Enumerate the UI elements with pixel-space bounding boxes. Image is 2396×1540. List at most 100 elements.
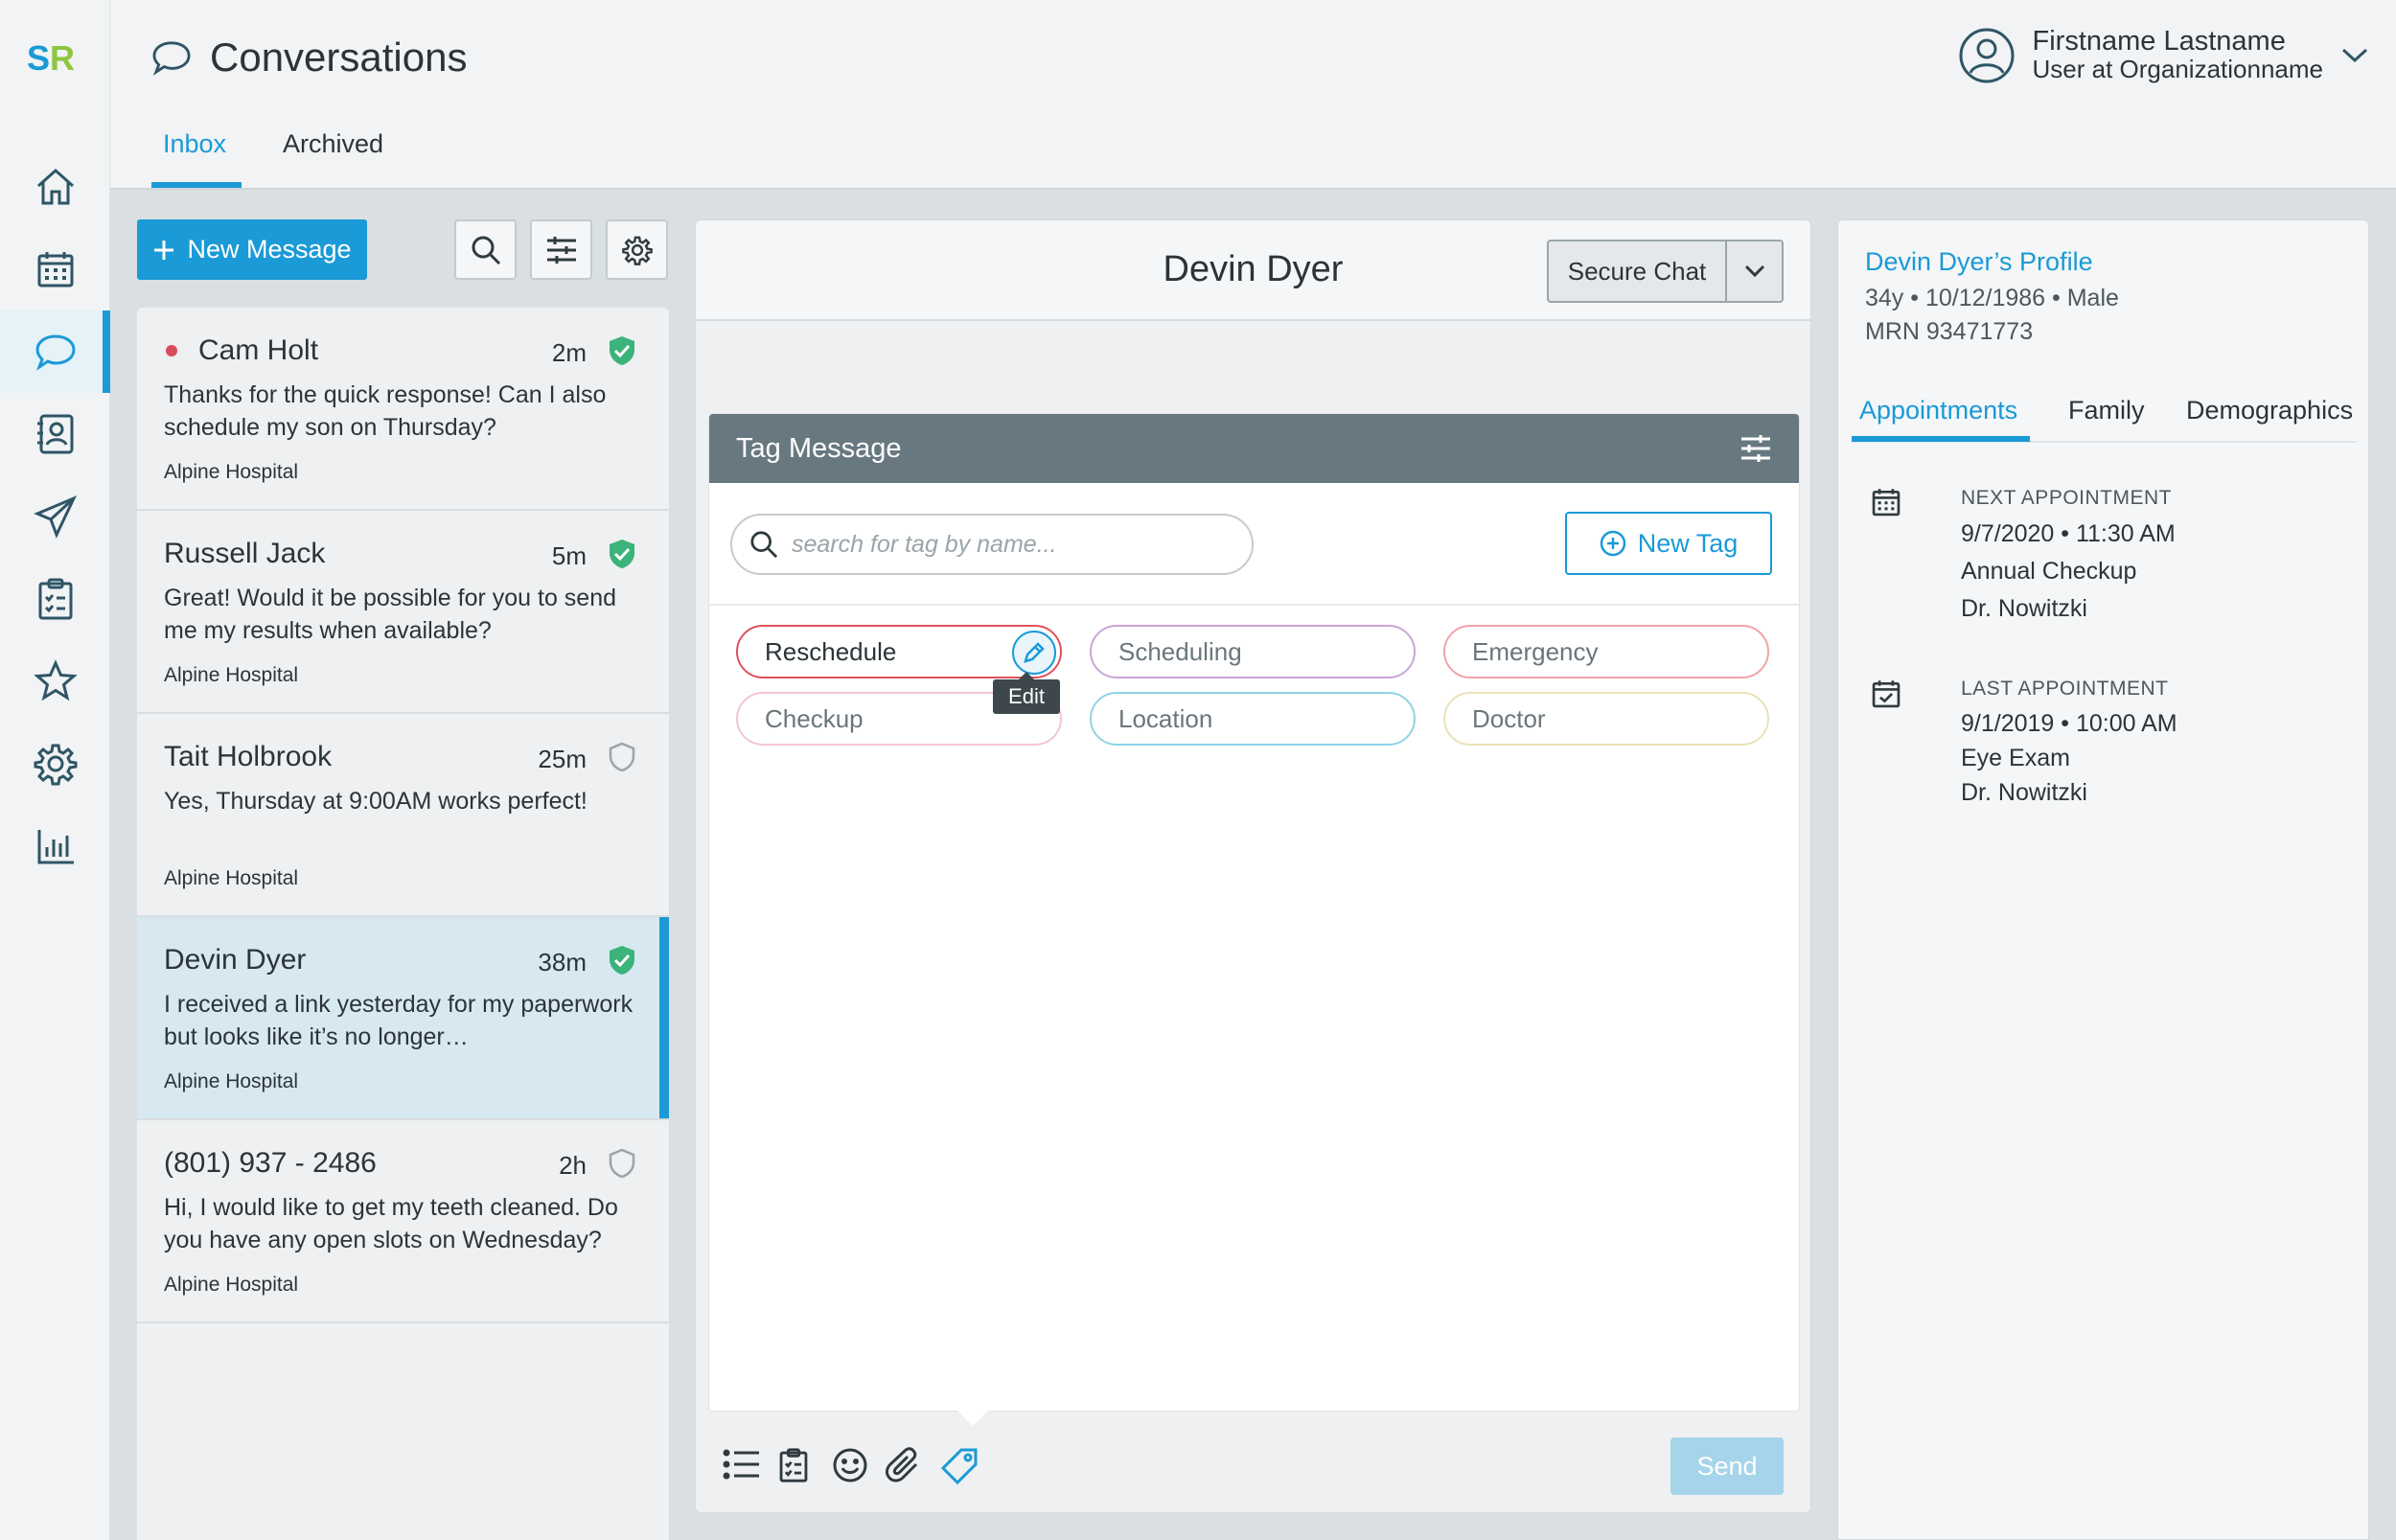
conversation-preview: Yes, Thursday at 9:00AM works perfect! <box>164 788 587 815</box>
conversation-preview: Thanks for the quick response! Can I als… <box>164 381 607 441</box>
chat-header: Devin Dyer Secure Chat <box>696 220 1810 321</box>
tag-label: Checkup <box>765 703 864 733</box>
chevron-down-icon[interactable] <box>2340 46 2369 65</box>
svg-text:S: S <box>27 38 50 77</box>
tag-chip-emergency[interactable]: Emergency <box>1443 625 1769 678</box>
conversation-time: 38m <box>538 948 587 977</box>
tag-chip-location[interactable]: Location <box>1090 692 1416 746</box>
search-icon <box>472 236 500 264</box>
profile-title-link[interactable]: Devin Dyer’s Profile <box>1865 247 2093 277</box>
tag-label: Location <box>1118 703 1213 733</box>
new-message-button[interactable]: New Message <box>137 219 367 280</box>
next-appointment-label: NEXT APPOINTMENT <box>1961 487 2172 509</box>
nav-settings[interactable] <box>0 723 110 805</box>
page-title: Conversations <box>210 34 468 80</box>
unverified-shield-icon <box>608 741 636 773</box>
nav-send[interactable] <box>0 475 110 558</box>
nav-forms[interactable] <box>0 558 110 640</box>
tag-label: Scheduling <box>1118 636 1242 666</box>
channel-select[interactable]: Secure Chat <box>1547 240 1784 303</box>
last-appointment-label: LAST APPOINTMENT <box>1961 678 2169 700</box>
conversation-name: Russell Jack <box>164 538 326 569</box>
channel-dropdown-toggle[interactable] <box>1727 241 1782 301</box>
user-menu[interactable]: Firstname Lastname User at Organizationn… <box>1958 27 2369 84</box>
tag-settings-button[interactable] <box>1739 433 1772 464</box>
tag-search-field[interactable] <box>730 514 1254 575</box>
paperclip-icon[interactable] <box>886 1447 922 1483</box>
conversation-item[interactable]: Russell Jack 5m Great! Would it be possi… <box>137 511 669 714</box>
conversation-time: 25m <box>538 745 587 773</box>
new-tag-label: New Tag <box>1637 528 1739 558</box>
profile-tab-demographics[interactable]: Demographics <box>2186 396 2353 425</box>
tag-edit-button[interactable] <box>1012 631 1056 675</box>
tag-chip-doctor[interactable]: Doctor <box>1443 692 1769 746</box>
nav-reports[interactable] <box>0 805 110 887</box>
gear-icon <box>621 236 653 265</box>
user-org: User at Organizationname <box>2032 55 2323 83</box>
conversation-item-selected[interactable]: Devin Dyer 38m I received a link yesterd… <box>137 917 669 1120</box>
gear-icon <box>34 744 77 786</box>
pencil-icon <box>1024 642 1045 663</box>
conversation-time: 2m <box>551 338 587 367</box>
svg-text:R: R <box>50 38 75 77</box>
profile-panel: Devin Dyer’s Profile 34y • 10/12/1986 • … <box>1837 219 2369 1540</box>
clipboard-icon[interactable] <box>777 1447 810 1483</box>
conversation-item[interactable]: Cam Holt 2m Thanks for the quick respons… <box>137 308 669 511</box>
list-settings-button[interactable] <box>606 219 668 280</box>
conversation-time: 5m <box>551 541 587 570</box>
conversation-item[interactable]: (801) 937 - 2486 2h Hi, I would like to … <box>137 1120 669 1323</box>
tag-search-input[interactable] <box>792 530 1213 559</box>
tag-label: Doctor <box>1472 703 1546 733</box>
tag-icon[interactable] <box>940 1447 979 1485</box>
plus-icon <box>154 240 174 260</box>
chat-icon <box>35 334 76 371</box>
tag-panel-header: Tag Message <box>709 414 1799 483</box>
home-icon <box>36 168 74 205</box>
tag-chip-reschedule[interactable]: Reschedule <box>736 625 1062 678</box>
profile-tab-family[interactable]: Family <box>2068 396 2145 425</box>
unread-indicator <box>166 345 177 356</box>
chevron-down-icon <box>1744 264 1764 278</box>
page-title-group: Conversations <box>150 34 467 80</box>
conversation-name: Tait Holbrook <box>164 741 333 772</box>
search-button[interactable] <box>454 219 517 280</box>
sliders-icon <box>546 236 576 264</box>
nav-calendar[interactable] <box>0 228 110 310</box>
sr-logo[interactable]: S R <box>27 38 84 77</box>
sliders-icon <box>1741 435 1770 462</box>
conversation-list: Cam Holt 2m Thanks for the quick respons… <box>137 308 669 1540</box>
filter-button[interactable] <box>530 219 592 280</box>
app-header: Conversations Inbox Archived Firstname L… <box>110 0 2396 190</box>
conversation-preview: I received a link yesterday for my paper… <box>164 991 634 1050</box>
contacts-icon <box>36 414 73 454</box>
tag-chip-scheduling[interactable]: Scheduling <box>1090 625 1416 678</box>
next-appointment-datetime: 9/7/2020 • 11:30 AM <box>1961 520 2176 547</box>
conversation-org: Alpine Hospital <box>164 461 299 483</box>
new-tag-button[interactable]: New Tag <box>1565 512 1772 575</box>
conversation-name: (801) 937 - 2486 <box>164 1147 377 1179</box>
nav-conversations[interactable] <box>0 310 110 393</box>
nav-favorites[interactable] <box>0 640 110 723</box>
profile-mrn: MRN 93471773 <box>1865 318 2034 345</box>
verified-shield-icon <box>608 944 636 977</box>
conversation-item[interactable]: Tait Holbrook 25m Yes, Thursday at 9:00A… <box>137 714 669 917</box>
nav-contacts[interactable] <box>0 393 110 475</box>
tab-archived[interactable]: Archived <box>283 129 383 159</box>
tag-panel-pointer <box>956 1409 990 1426</box>
list-icon[interactable] <box>723 1447 761 1482</box>
nav-home[interactable] <box>0 146 110 228</box>
tag-label: Emergency <box>1472 636 1599 666</box>
tab-inbox[interactable]: Inbox <box>163 129 226 159</box>
tag-label: Reschedule <box>765 636 897 666</box>
send-button[interactable]: Send <box>1670 1437 1784 1495</box>
emoji-icon[interactable] <box>832 1447 868 1483</box>
edit-tooltip: Edit <box>993 672 1060 714</box>
calendar-icon <box>1871 487 1901 517</box>
tab-active-indicator <box>151 182 242 188</box>
profile-tab-appointments[interactable]: Appointments <box>1859 396 2017 425</box>
conversation-org: Alpine Hospital <box>164 867 299 889</box>
channel-label: Secure Chat <box>1549 241 1727 301</box>
calendar-icon <box>37 252 73 287</box>
profile-demographics: 34y • 10/12/1986 • Male <box>1865 285 2119 311</box>
unverified-shield-icon <box>608 1147 636 1180</box>
